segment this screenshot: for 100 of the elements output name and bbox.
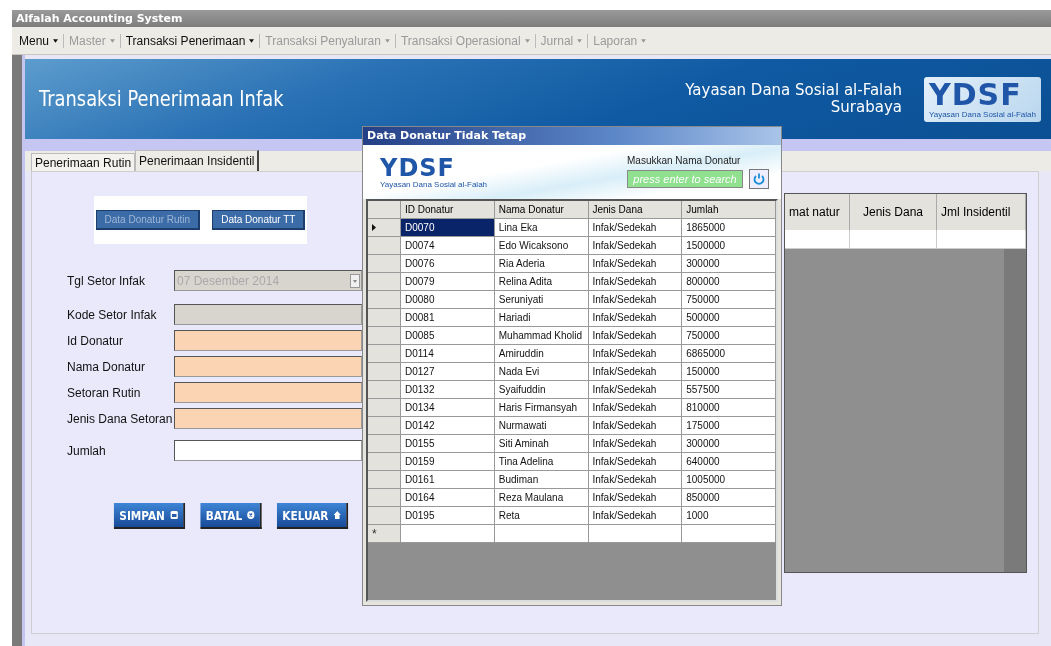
home-icon — [333, 510, 342, 520]
input-field[interactable] — [174, 356, 362, 377]
table-cell: 175000 — [682, 417, 776, 435]
input-field[interactable] — [174, 330, 362, 351]
search-field[interactable]: press enter to search — [627, 170, 743, 188]
table-row[interactable]: D0164 Reza Maulana Infak/Sedekah 850000 — [368, 489, 776, 507]
new-row-marker: * — [368, 525, 401, 543]
caret-icon — [641, 38, 647, 43]
table-cell: D0085 — [401, 327, 495, 345]
table-cell: Siti Aminah — [494, 435, 589, 453]
table-cell: Hariadi — [494, 309, 589, 327]
table-cell: 750000 — [682, 327, 776, 345]
search-label: Masukkan Nama Donatur — [627, 155, 742, 166]
table-cell: D0132 — [401, 381, 495, 399]
table-cell: Seruniyati — [494, 291, 589, 309]
table-cell: Infak/Sedekah — [588, 471, 683, 489]
logo: YDSF Yayasan Dana Sosial al-Falah — [379, 152, 489, 191]
page-title: Transaksi Penerimaan Infak — [39, 87, 284, 111]
table-cell: 150000 — [682, 363, 776, 381]
column-header: ID Donatur — [401, 201, 495, 219]
table-cell: Tina Adelina — [494, 453, 589, 471]
table-cell: D0164 — [401, 489, 495, 507]
table-cell: Infak/Sedekah — [588, 309, 683, 327]
tab[interactable]: Penerimaan Insidentil — [135, 150, 260, 171]
field-label: Tgl Setor Infak — [66, 273, 147, 288]
input-field[interactable] — [174, 408, 362, 429]
tab[interactable]: Penerimaan Rutin — [31, 153, 136, 171]
table-cell: Infak/Sedekah — [588, 255, 683, 273]
caret-icon — [53, 38, 59, 43]
table-cell: Syaifuddin — [494, 381, 589, 399]
table-cell: D0195 — [401, 507, 495, 525]
caret-icon — [249, 38, 255, 43]
table-row[interactable]: D0132 Syaifuddin Infak/Sedekah 557500 — [368, 381, 776, 399]
table-row[interactable]: D0155 Siti Aminah Infak/Sedekah 300000 — [368, 435, 776, 453]
table-cell: Infak/Sedekah — [588, 453, 683, 471]
table-row[interactable]: D0195 Reta Infak/Sedekah 1000 — [368, 507, 776, 525]
scrollbar[interactable] — [1004, 249, 1026, 572]
menu-item[interactable]: Menu — [16, 33, 62, 48]
table-cell: D0081 — [401, 309, 495, 327]
action-button[interactable]: SIMPAN — [113, 503, 185, 529]
menu-item[interactable]: Transaksi Penerimaan — [122, 33, 258, 48]
refresh-button[interactable] — [749, 169, 769, 189]
table-cell: D0142 — [401, 417, 495, 435]
table-cell: 800000 — [682, 273, 776, 291]
table-cell: Edo Wicaksono — [494, 237, 589, 255]
table-cell — [785, 230, 851, 249]
table-cell: Lina Eka — [494, 219, 589, 237]
table-cell: Infak/Sedekah — [588, 291, 683, 309]
table-row[interactable]: D0134 Haris Firmansyah Infak/Sedekah 810000 — [368, 399, 776, 417]
table-cell: Nurmawati — [494, 417, 589, 435]
caret-icon — [524, 38, 530, 43]
table-row[interactable]: D0161 Budiman Infak/Sedekah 1005000 — [368, 471, 776, 489]
caret-icon — [109, 38, 115, 43]
table-row[interactable]: D0085 Muhammad Kholid Infak/Sedekah 750000 — [368, 327, 776, 345]
field-label: Kode Setor Infak — [66, 307, 158, 322]
organization-city: Surabaya — [829, 99, 902, 116]
table-row[interactable]: D0079 Relina Adita Infak/Sedekah 800000 — [368, 273, 776, 291]
input-field[interactable] — [174, 440, 362, 461]
action-button[interactable]: KELUAR — [277, 503, 349, 529]
table-cell: 500000 — [682, 309, 776, 327]
caret-icon — [384, 38, 390, 43]
table-cell: D0127 — [401, 363, 495, 381]
table-cell: 557500 — [682, 381, 776, 399]
table-cell: 300000 — [682, 435, 776, 453]
table-cell: D0079 — [401, 273, 495, 291]
action-button[interactable]: BATAL — [200, 503, 262, 529]
table-cell: Nada Evi — [494, 363, 589, 381]
table-cell: Muhammad Kholid — [494, 327, 589, 345]
table-cell: D0076 — [401, 255, 495, 273]
table-row[interactable]: D0159 Tina Adelina Infak/Sedekah 640000 — [368, 453, 776, 471]
table-cell: D0134 — [401, 399, 495, 417]
data-button[interactable]: Data Donatur TT — [212, 210, 306, 230]
table-cell: Reta — [494, 507, 589, 525]
dropdown-icon — [350, 273, 360, 288]
table-cell: Infak/Sedekah — [588, 363, 683, 381]
table-cell: Infak/Sedekah — [588, 345, 683, 363]
table-cell: 6865000 — [682, 345, 776, 363]
column-header: Nama Donatur — [494, 201, 589, 219]
table-row[interactable]: D0142 Nurmawati Infak/Sedekah 175000 — [368, 417, 776, 435]
field-label: Jenis Dana Setoran — [66, 411, 174, 426]
table-row[interactable]: D0080 Seruniyati Infak/Sedekah 750000 — [368, 291, 776, 309]
table-row[interactable]: D0081 Hariadi Infak/Sedekah 500000 — [368, 309, 776, 327]
table-cell: 1500000 — [682, 237, 776, 255]
table-cell: 1865000 — [682, 219, 776, 237]
table-row[interactable]: D0074 Edo Wicaksono Infak/Sedekah 1500000 — [368, 237, 776, 255]
table-row[interactable]: D0114 Amiruddin Infak/Sedekah 6865000 — [368, 345, 776, 363]
table-row[interactable]: D0070 Lina Eka Infak/Sedekah 1865000 — [368, 219, 776, 237]
table-cell: 750000 — [682, 291, 776, 309]
table-cell: Infak/Sedekah — [588, 507, 683, 525]
table-cell: D0114 — [401, 345, 495, 363]
table-cell: Infak/Sedekah — [588, 417, 683, 435]
table-row[interactable]: D0127 Nada Evi Infak/Sedekah 150000 — [368, 363, 776, 381]
table-cell: 810000 — [682, 399, 776, 417]
table-cell: D0161 — [401, 471, 495, 489]
window-title: Alfalah Accounting System — [12, 10, 1051, 27]
table-cell: D0070 — [401, 219, 495, 237]
table-row[interactable]: D0076 Ria Aderia Infak/Sedekah 300000 — [368, 255, 776, 273]
column-header: Jenis Dana — [588, 201, 683, 219]
table-cell: Infak/Sedekah — [588, 381, 683, 399]
input-field[interactable] — [174, 382, 362, 403]
